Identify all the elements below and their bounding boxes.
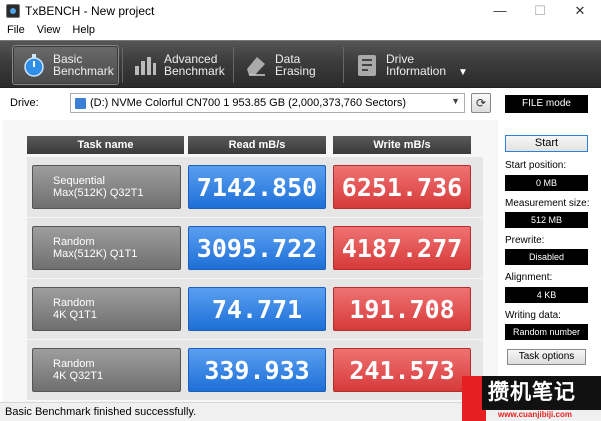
task-name-line1: Random <box>53 358 95 370</box>
prewrite-label: Prewrite: <box>505 235 545 246</box>
drive-select-value: (D:) NVMe Colorful CN700 1 953.85 GB (2,… <box>90 97 407 109</box>
watermark-text: 攒机笔记 <box>482 376 601 410</box>
task-name-line1: Random <box>53 236 95 248</box>
toolbar-separator <box>343 47 344 83</box>
maximize-button[interactable]: ☐ <box>520 0 560 22</box>
eraser-icon <box>243 52 269 78</box>
task-button[interactable]: Random Max(512K) Q1T1 <box>32 226 181 270</box>
task-name-line2: Max(512K) Q32T1 <box>53 187 144 199</box>
alignment-label: Alignment: <box>505 272 553 283</box>
menu-view[interactable]: View <box>31 22 67 38</box>
tab-label-line2: Benchmark <box>164 64 225 78</box>
task-name-line2: 4K Q32T1 <box>53 370 104 382</box>
toolbar: Basic Benchmark Advanced Benchmark Data Er… <box>0 40 601 88</box>
watermark-logo: 攒机笔记 www.cuanjibiji.com <box>462 361 601 421</box>
write-result: 241.573 <box>333 348 471 392</box>
task-button[interactable]: Random 4K Q1T1 <box>32 287 181 331</box>
benchmark-row: Random 4K Q1T1 74.771 191.708 <box>27 279 483 339</box>
tab-label-line2: Information <box>386 64 447 78</box>
task-name-line1: Random <box>53 297 95 309</box>
start-position-label: Start position: <box>505 160 567 171</box>
title-bar: TxBENCH - New project — ☐ ✕ <box>0 0 601 22</box>
benchmark-row: Sequential Max(512K) Q32T1 7142.850 6251.… <box>27 157 483 217</box>
tab-advanced-benchmark[interactable]: Advanced Benchmark <box>124 45 232 85</box>
refresh-button[interactable]: ⟳ <box>471 93 491 113</box>
writing-data-label: Writing data: <box>505 310 561 321</box>
stopwatch-icon <box>21 52 47 78</box>
app-icon <box>6 4 20 18</box>
header-read: Read mB/s <box>188 136 326 154</box>
menu-bar: File View Help <box>0 22 601 38</box>
writing-data-value[interactable]: Random number <box>505 324 588 340</box>
write-result: 6251.736 <box>333 165 471 209</box>
read-result: 7142.850 <box>188 165 326 209</box>
benchmark-row: Random 4K Q32T1 339.933 241.573 <box>27 340 483 400</box>
start-button[interactable]: Start <box>505 135 588 152</box>
start-position-value[interactable]: 0 MB <box>505 175 588 191</box>
results-panel: Task name Read mB/s Write mB/s Sequentia… <box>3 120 498 402</box>
bar-chart-icon <box>132 52 158 78</box>
mode-indicator: FILE mode <box>505 95 588 113</box>
drive-info-icon <box>354 52 380 78</box>
read-result: 3095.722 <box>188 226 326 270</box>
tab-label-line2: Benchmark <box>53 64 114 78</box>
toolbar-separator <box>122 47 123 83</box>
read-result: 339.933 <box>188 348 326 392</box>
task-button[interactable]: Random 4K Q32T1 <box>32 348 181 392</box>
menu-help[interactable]: Help <box>66 22 101 38</box>
measurement-size-value[interactable]: 512 MB <box>505 212 588 228</box>
chevron-down-icon: ▼ <box>451 96 460 106</box>
refresh-icon: ⟳ <box>475 96 487 110</box>
header-task-name: Task name <box>27 136 184 154</box>
toolbar-separator <box>233 47 234 83</box>
task-button[interactable]: Sequential Max(512K) Q32T1 <box>32 165 181 209</box>
drive-select[interactable]: (D:) NVMe Colorful CN700 1 953.85 GB (2,… <box>70 93 465 113</box>
menu-file[interactable]: File <box>0 22 31 38</box>
header-write: Write mB/s <box>333 136 471 154</box>
window-title: TxBENCH - New project <box>25 4 155 18</box>
task-name-line2: 4K Q1T1 <box>53 309 98 321</box>
alignment-value[interactable]: 4 KB <box>505 287 588 303</box>
prewrite-value[interactable]: Disabled <box>505 249 588 265</box>
measurement-size-label: Measurement size: <box>505 198 590 209</box>
drive-label: Drive: <box>10 97 39 109</box>
close-button[interactable]: ✕ <box>560 0 600 22</box>
tab-label-line1: Data Erasing <box>275 52 316 78</box>
minimize-button[interactable]: — <box>480 0 520 22</box>
tab-basic-benchmark[interactable]: Basic Benchmark <box>12 45 119 85</box>
status-text: Basic Benchmark finished successfully. <box>5 406 197 418</box>
benchmark-row: Random Max(512K) Q1T1 3095.722 4187.277 <box>27 218 483 278</box>
write-result: 4187.277 <box>333 226 471 270</box>
read-result: 74.771 <box>188 287 326 331</box>
task-name-line2: Max(512K) Q1T1 <box>53 248 138 260</box>
watermark-url: www.cuanjibiji.com <box>498 410 572 419</box>
write-result: 191.708 <box>333 287 471 331</box>
toolbar-more-icon[interactable]: ▼ <box>458 67 468 78</box>
drive-icon <box>75 97 86 109</box>
task-name-line1: Sequential <box>53 175 105 187</box>
tab-drive-information[interactable]: Drive Information <box>346 45 454 85</box>
tab-data-erasing[interactable]: Data Erasing <box>235 45 343 85</box>
